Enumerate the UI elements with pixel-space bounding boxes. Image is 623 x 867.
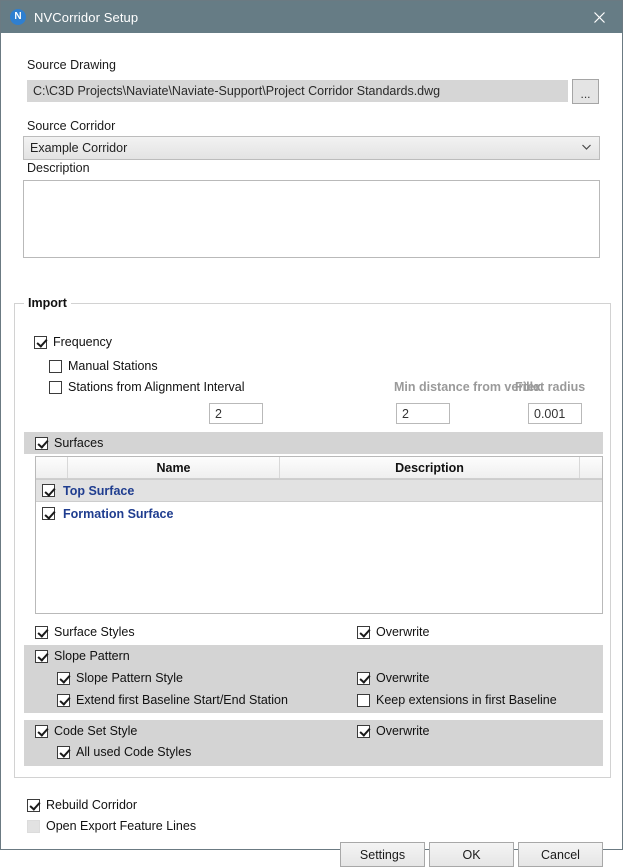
- stations-from-alignment-label: Stations from Alignment Interval: [68, 380, 245, 394]
- slope-pattern-band: Slope Pattern Slope Pattern Style Overwr…: [24, 645, 603, 713]
- table-row[interactable]: Top Surface: [36, 479, 602, 502]
- column-header-check: [36, 457, 68, 478]
- slope-pattern-style-label: Slope Pattern Style: [76, 671, 184, 685]
- source-corridor-label: Source Corridor: [27, 119, 116, 133]
- surfaces-label: Surfaces: [54, 436, 104, 450]
- surfaces-list[interactable]: Name Description Top Surface Formation S…: [35, 456, 603, 614]
- all-used-code-styles-label: All used Code Styles: [76, 745, 192, 759]
- row-name: Formation Surface: [63, 506, 174, 521]
- min-distance-input[interactable]: 2: [396, 403, 450, 424]
- column-header-name: Name: [68, 457, 280, 478]
- frequency-label: Frequency: [53, 335, 113, 349]
- row-name: Top Surface: [63, 483, 135, 498]
- interval-input[interactable]: 2: [209, 403, 263, 424]
- surfaces-checkbox[interactable]: Surfaces: [35, 436, 103, 450]
- surface-styles-label: Surface Styles: [54, 625, 135, 639]
- checkbox-box: [35, 649, 48, 663]
- fillet-radius-input[interactable]: 0.001: [528, 403, 582, 424]
- checkbox-box: [57, 693, 70, 707]
- browse-button[interactable]: ...: [572, 79, 599, 104]
- window-title: NVCorridor Setup: [34, 9, 139, 25]
- slope-pattern-overwrite-checkbox[interactable]: Overwrite: [357, 671, 429, 685]
- checkbox-box: [357, 724, 370, 738]
- column-header-extra: [580, 457, 602, 478]
- settings-button[interactable]: Settings: [340, 842, 425, 867]
- fillet-radius-label: Fillet radius: [515, 380, 586, 394]
- all-used-code-styles-checkbox[interactable]: All used Code Styles: [57, 745, 191, 759]
- row-checkbox[interactable]: [42, 507, 55, 520]
- surfaces-list-header: Name Description: [36, 457, 602, 479]
- checkbox-box: [357, 625, 370, 639]
- app-icon: N: [10, 9, 26, 25]
- slope-pattern-label: Slope Pattern: [54, 649, 130, 663]
- code-set-overwrite-checkbox[interactable]: Overwrite: [357, 724, 429, 738]
- extend-first-baseline-checkbox[interactable]: Extend first Baseline Start/End Station: [57, 693, 288, 707]
- ok-button[interactable]: OK: [429, 842, 514, 867]
- table-row[interactable]: Formation Surface: [36, 502, 602, 525]
- description-textarea[interactable]: [23, 180, 600, 258]
- checkbox-box: [49, 380, 62, 394]
- code-set-style-band: Code Set Style Overwrite All used Code S…: [24, 720, 603, 766]
- source-corridor-select[interactable]: Example Corridor: [23, 136, 600, 160]
- checkbox-box: [27, 798, 40, 812]
- manual-stations-label: Manual Stations: [68, 359, 158, 373]
- manual-stations-checkbox[interactable]: Manual Stations: [49, 359, 158, 373]
- slope-pattern-overwrite-label: Overwrite: [376, 671, 430, 685]
- surface-styles-overwrite-checkbox[interactable]: Overwrite: [357, 625, 429, 639]
- checkbox-box: [357, 693, 370, 707]
- cancel-button[interactable]: Cancel: [518, 842, 603, 867]
- rebuild-corridor-checkbox[interactable]: Rebuild Corridor: [27, 798, 137, 812]
- slope-pattern-style-checkbox[interactable]: Slope Pattern Style: [57, 671, 183, 685]
- description-label: Description: [27, 161, 90, 175]
- chevron-down-icon: [582, 143, 591, 153]
- row-checkbox[interactable]: [42, 484, 55, 497]
- checkbox-box: [57, 671, 70, 685]
- code-set-style-checkbox[interactable]: Code Set Style: [35, 724, 137, 738]
- code-set-style-label: Code Set Style: [54, 724, 138, 738]
- code-set-overwrite-label: Overwrite: [376, 724, 430, 738]
- checkbox-box: [357, 671, 370, 685]
- checkbox-box: [35, 625, 48, 639]
- extend-first-baseline-label: Extend first Baseline Start/End Station: [76, 693, 288, 707]
- title-bar: N NVCorridor Setup: [1, 1, 622, 33]
- checkbox-box: [42, 484, 55, 497]
- open-export-feature-lines-label: Open Export Feature Lines: [46, 819, 197, 833]
- open-export-feature-lines-checkbox[interactable]: Open Export Feature Lines: [27, 819, 196, 833]
- source-drawing-label: Source Drawing: [27, 58, 116, 72]
- keep-extensions-label: Keep extensions in first Baseline: [376, 693, 557, 707]
- nvcorridor-setup-dialog: N NVCorridor Setup Source Drawing C:\C3D…: [0, 0, 623, 867]
- surface-styles-band: Surface Styles Overwrite: [24, 621, 603, 643]
- checkbox-box: [49, 359, 62, 373]
- rebuild-corridor-label: Rebuild Corridor: [46, 798, 138, 812]
- checkbox-box: [35, 436, 48, 450]
- frequency-checkbox[interactable]: Frequency: [34, 335, 112, 349]
- checkbox-box: [34, 335, 47, 349]
- checkbox-box: [42, 507, 55, 520]
- surface-styles-overwrite-label: Overwrite: [376, 625, 430, 639]
- slope-pattern-checkbox[interactable]: Slope Pattern: [35, 649, 130, 663]
- source-corridor-value: Example Corridor: [30, 141, 128, 155]
- import-legend: Import: [24, 296, 71, 311]
- checkbox-box: [35, 724, 48, 738]
- checkbox-box: [27, 819, 40, 833]
- dialog-body: Source Drawing C:\C3D Projects\Naviate\N…: [1, 33, 622, 867]
- source-drawing-input[interactable]: C:\C3D Projects\Naviate\Naviate-Support\…: [27, 80, 568, 102]
- stations-from-alignment-checkbox[interactable]: Stations from Alignment Interval: [49, 380, 244, 394]
- checkbox-box: [57, 745, 70, 759]
- keep-extensions-checkbox[interactable]: Keep extensions in first Baseline: [357, 693, 557, 707]
- surfaces-band: Surfaces: [24, 432, 603, 454]
- import-groupbox: Import Frequency Manual Stations Station…: [14, 296, 611, 778]
- surface-styles-checkbox[interactable]: Surface Styles: [35, 625, 135, 639]
- close-icon[interactable]: [576, 1, 622, 33]
- column-header-description: Description: [280, 457, 580, 478]
